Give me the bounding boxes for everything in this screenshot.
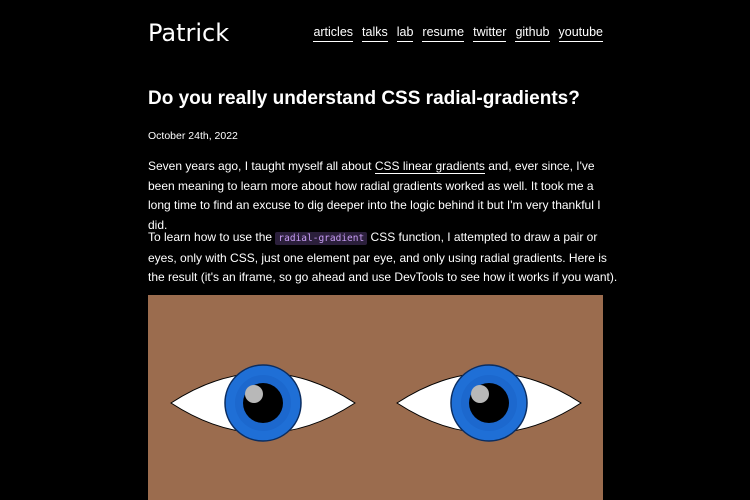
page: Patrick articles talks lab resume twitte… xyxy=(0,0,750,500)
intro-paragraph: Seven years ago, I taught myself all abo… xyxy=(148,157,618,236)
right-highlight xyxy=(471,385,489,403)
left-highlight xyxy=(245,385,263,403)
second-paragraph: To learn how to use the radial-gradient … xyxy=(148,228,618,288)
radial-gradient-code: radial-gradient xyxy=(275,232,368,245)
eyes-demo-iframe[interactable] xyxy=(148,295,603,500)
main-nav: articles talks lab resume twitter github… xyxy=(313,24,603,42)
article-date: October 24th, 2022 xyxy=(148,130,238,142)
article-title: Do you really understand CSS radial-grad… xyxy=(148,88,580,109)
css-linear-gradients-link[interactable]: CSS linear gradients xyxy=(374,159,485,174)
second-text-before: To learn how to use the xyxy=(148,230,276,244)
site-header: Patrick articles talks lab resume twitte… xyxy=(148,16,603,50)
nav-link-talks[interactable]: talks xyxy=(362,24,388,42)
site-title[interactable]: Patrick xyxy=(148,18,229,48)
nav-link-twitter[interactable]: twitter xyxy=(473,24,507,42)
right-eye xyxy=(396,364,582,442)
nav-link-resume[interactable]: resume xyxy=(422,24,465,42)
intro-text-before: Seven years ago, I taught myself all abo… xyxy=(148,159,375,173)
nav-link-lab[interactable]: lab xyxy=(396,24,414,42)
nav-link-articles[interactable]: articles xyxy=(313,24,354,42)
left-eye xyxy=(170,364,356,442)
nav-link-github[interactable]: github xyxy=(515,24,550,42)
nav-link-youtube[interactable]: youtube xyxy=(558,24,603,42)
